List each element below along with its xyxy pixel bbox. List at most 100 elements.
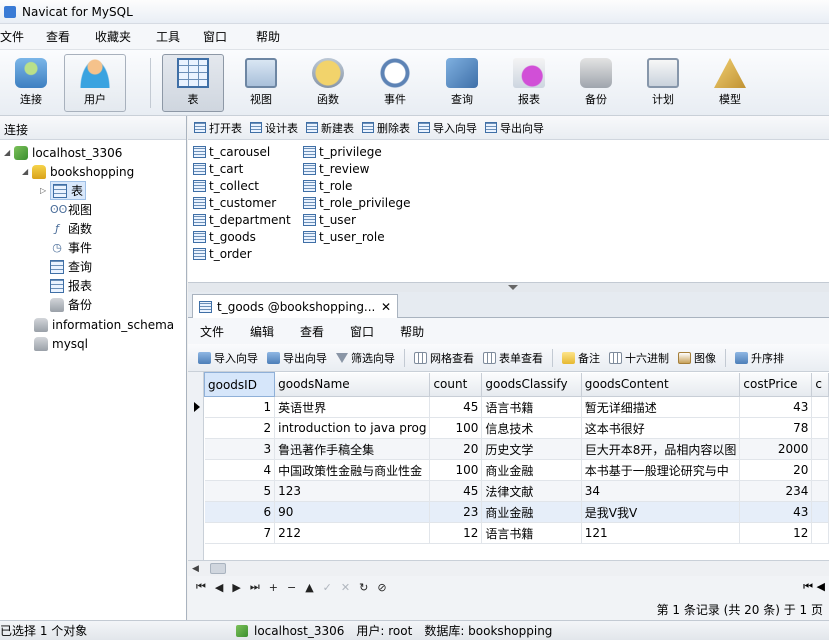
- cell-goodsname[interactable]: 鲁迅著作手稿全集: [274, 438, 431, 460]
- menu-view[interactable]: 查看: [46, 28, 95, 45]
- inner-menu-view[interactable]: 查看: [300, 323, 324, 340]
- edit-record-icon[interactable]: ▲: [305, 581, 313, 594]
- cell-goodsname[interactable]: 英语世界: [274, 396, 431, 418]
- cell-goodscontent[interactable]: 这本书很好: [581, 417, 741, 439]
- cell-goodsid[interactable]: 3: [204, 438, 276, 460]
- hex-button[interactable]: 十六进制: [609, 350, 669, 366]
- tree-item-reports[interactable]: 报表: [50, 276, 92, 295]
- cell-truncated[interactable]: [811, 459, 829, 481]
- cell-goodsid[interactable]: 4: [204, 459, 276, 481]
- column-header-goodsid[interactable]: goodsID: [203, 372, 276, 397]
- delete-table-button[interactable]: 删除表: [362, 120, 410, 136]
- cell-count[interactable]: 45: [429, 480, 483, 502]
- tree-database-mysql[interactable]: mysql: [34, 334, 88, 353]
- cell-count[interactable]: 45: [429, 396, 483, 418]
- cell-count[interactable]: 12: [429, 522, 483, 544]
- grid-view-button[interactable]: 网格查看: [414, 350, 474, 366]
- cell-goodscontent[interactable]: 巨大开本8开，品相内容以图: [581, 438, 741, 460]
- table-row[interactable]: 4 中国政策性金融与商业性金 100 商业金融 本书基于一般理论研究与中 20: [204, 459, 829, 481]
- memo-button[interactable]: 备注: [562, 350, 600, 366]
- open-table-button[interactable]: 打开表: [194, 120, 242, 136]
- user-button[interactable]: 用户: [64, 54, 126, 112]
- cell-goodscontent[interactable]: 暂无详细描述: [581, 396, 741, 418]
- cell-goodsname[interactable]: 212: [274, 522, 431, 544]
- add-record-icon[interactable]: +: [269, 581, 278, 594]
- cell-truncated[interactable]: [811, 417, 829, 439]
- cell-goodsclassify[interactable]: 商业金融: [481, 501, 582, 523]
- cell-count[interactable]: 20: [429, 438, 483, 460]
- import-wizard-button[interactable]: 导入向导: [418, 120, 477, 136]
- cell-costprice[interactable]: 43: [739, 396, 813, 418]
- close-tab-icon[interactable]: ✕: [381, 300, 391, 314]
- table-item-t-role[interactable]: t_role: [303, 177, 352, 194]
- cell-truncated[interactable]: [811, 480, 829, 502]
- sort-ascending-button[interactable]: 升序排: [735, 350, 784, 366]
- cell-goodscontent[interactable]: 34: [581, 480, 741, 502]
- cell-truncated[interactable]: [811, 501, 829, 523]
- tree-item-functions[interactable]: ƒ 函数: [50, 219, 92, 238]
- backup-button[interactable]: 备份: [565, 54, 627, 112]
- scroll-left-arrow-icon[interactable]: ◀: [192, 564, 199, 574]
- cell-goodsid[interactable]: 5: [204, 480, 276, 502]
- cell-costprice[interactable]: 2000: [739, 438, 813, 460]
- cell-goodsname[interactable]: introduction to java prog: [274, 417, 431, 439]
- table-item-t-role-privilege[interactable]: t_role_privilege: [303, 194, 410, 211]
- table-item-t-privilege[interactable]: t_privilege: [303, 143, 382, 160]
- cell-count[interactable]: 100: [429, 459, 483, 481]
- query-button[interactable]: 查询: [431, 54, 493, 112]
- table-item-t-customer[interactable]: t_customer: [193, 194, 276, 211]
- delete-record-icon[interactable]: −: [287, 581, 296, 594]
- cell-costprice[interactable]: 234: [739, 480, 813, 502]
- tab-t-goods[interactable]: t_goods @bookshopping... ✕: [192, 294, 398, 318]
- tree-item-queries[interactable]: 查询: [50, 257, 92, 276]
- column-header-goodsclassify[interactable]: goodsClassify: [481, 372, 582, 397]
- menu-file[interactable]: 文件: [0, 28, 46, 45]
- filter-wizard-button[interactable]: 筛选向导: [336, 350, 395, 366]
- cell-goodsid[interactable]: 6: [204, 501, 276, 523]
- table-row[interactable]: 7 212 12 语言书籍 121 12: [204, 522, 829, 544]
- cell-goodsclassify[interactable]: 历史文学: [481, 438, 582, 460]
- table-row[interactable]: 6 90 23 商业金融 是我V我V 43: [204, 501, 829, 523]
- horizontal-scrollbar[interactable]: ◀: [188, 560, 829, 576]
- table-item-t-review[interactable]: t_review: [303, 160, 369, 177]
- table-row[interactable]: 2 introduction to java prog 100 信息技术 这本书…: [204, 417, 829, 439]
- page-navigation-icons[interactable]: ⏮ ◀: [803, 580, 825, 594]
- table-item-t-goods[interactable]: t_goods: [193, 228, 256, 245]
- last-record-icon[interactable]: ⏭: [250, 580, 260, 594]
- cell-truncated[interactable]: [811, 438, 829, 460]
- menu-tools[interactable]: 工具: [156, 28, 203, 45]
- column-header-count[interactable]: count: [429, 372, 483, 397]
- refresh-icon[interactable]: ↻: [359, 581, 368, 594]
- inner-menu-window[interactable]: 窗口: [350, 323, 374, 340]
- image-button[interactable]: 图像: [678, 350, 716, 366]
- tree-connection-localhost[interactable]: ◢ localhost_3306: [4, 143, 122, 162]
- form-view-button[interactable]: 表单查看: [483, 350, 543, 366]
- tree-item-events[interactable]: ◷ 事件: [50, 238, 92, 257]
- table-item-t-cart[interactable]: t_cart: [193, 160, 243, 177]
- cell-truncated[interactable]: [811, 396, 829, 418]
- new-table-button[interactable]: 新建表: [306, 120, 354, 136]
- table-item-t-carousel[interactable]: t_carousel: [193, 143, 270, 160]
- tree-database-bookshopping[interactable]: ◢ bookshopping: [22, 162, 134, 181]
- tree-item-backups[interactable]: 备份: [50, 295, 92, 314]
- cell-goodsclassify[interactable]: 语言书籍: [481, 396, 582, 418]
- schedule-button[interactable]: 计划: [632, 54, 694, 112]
- cell-goodsclassify[interactable]: 商业金融: [481, 459, 582, 481]
- function-button[interactable]: 函数: [297, 54, 359, 112]
- column-header-costprice[interactable]: costPrice: [739, 372, 813, 397]
- cell-goodsid[interactable]: 7: [204, 522, 276, 544]
- cell-count[interactable]: 23: [429, 501, 483, 523]
- model-button[interactable]: 模型: [699, 54, 761, 112]
- menu-favorites[interactable]: 收藏夹: [95, 28, 156, 45]
- menu-window[interactable]: 窗口: [203, 28, 256, 45]
- connect-button[interactable]: 连接: [0, 54, 62, 112]
- import-wizard-button[interactable]: 导入向导: [198, 350, 258, 366]
- cell-goodscontent[interactable]: 是我V我V: [581, 501, 741, 523]
- table-item-t-department[interactable]: t_department: [193, 211, 291, 228]
- cell-costprice[interactable]: 12: [739, 522, 813, 544]
- collapse-arrow-icon[interactable]: ◢: [22, 167, 32, 176]
- scrollbar-thumb[interactable]: [210, 563, 226, 574]
- prior-record-icon[interactable]: ◀: [215, 581, 223, 594]
- tree-database-information-schema[interactable]: information_schema: [34, 315, 174, 334]
- cell-goodsclassify[interactable]: 信息技术: [481, 417, 582, 439]
